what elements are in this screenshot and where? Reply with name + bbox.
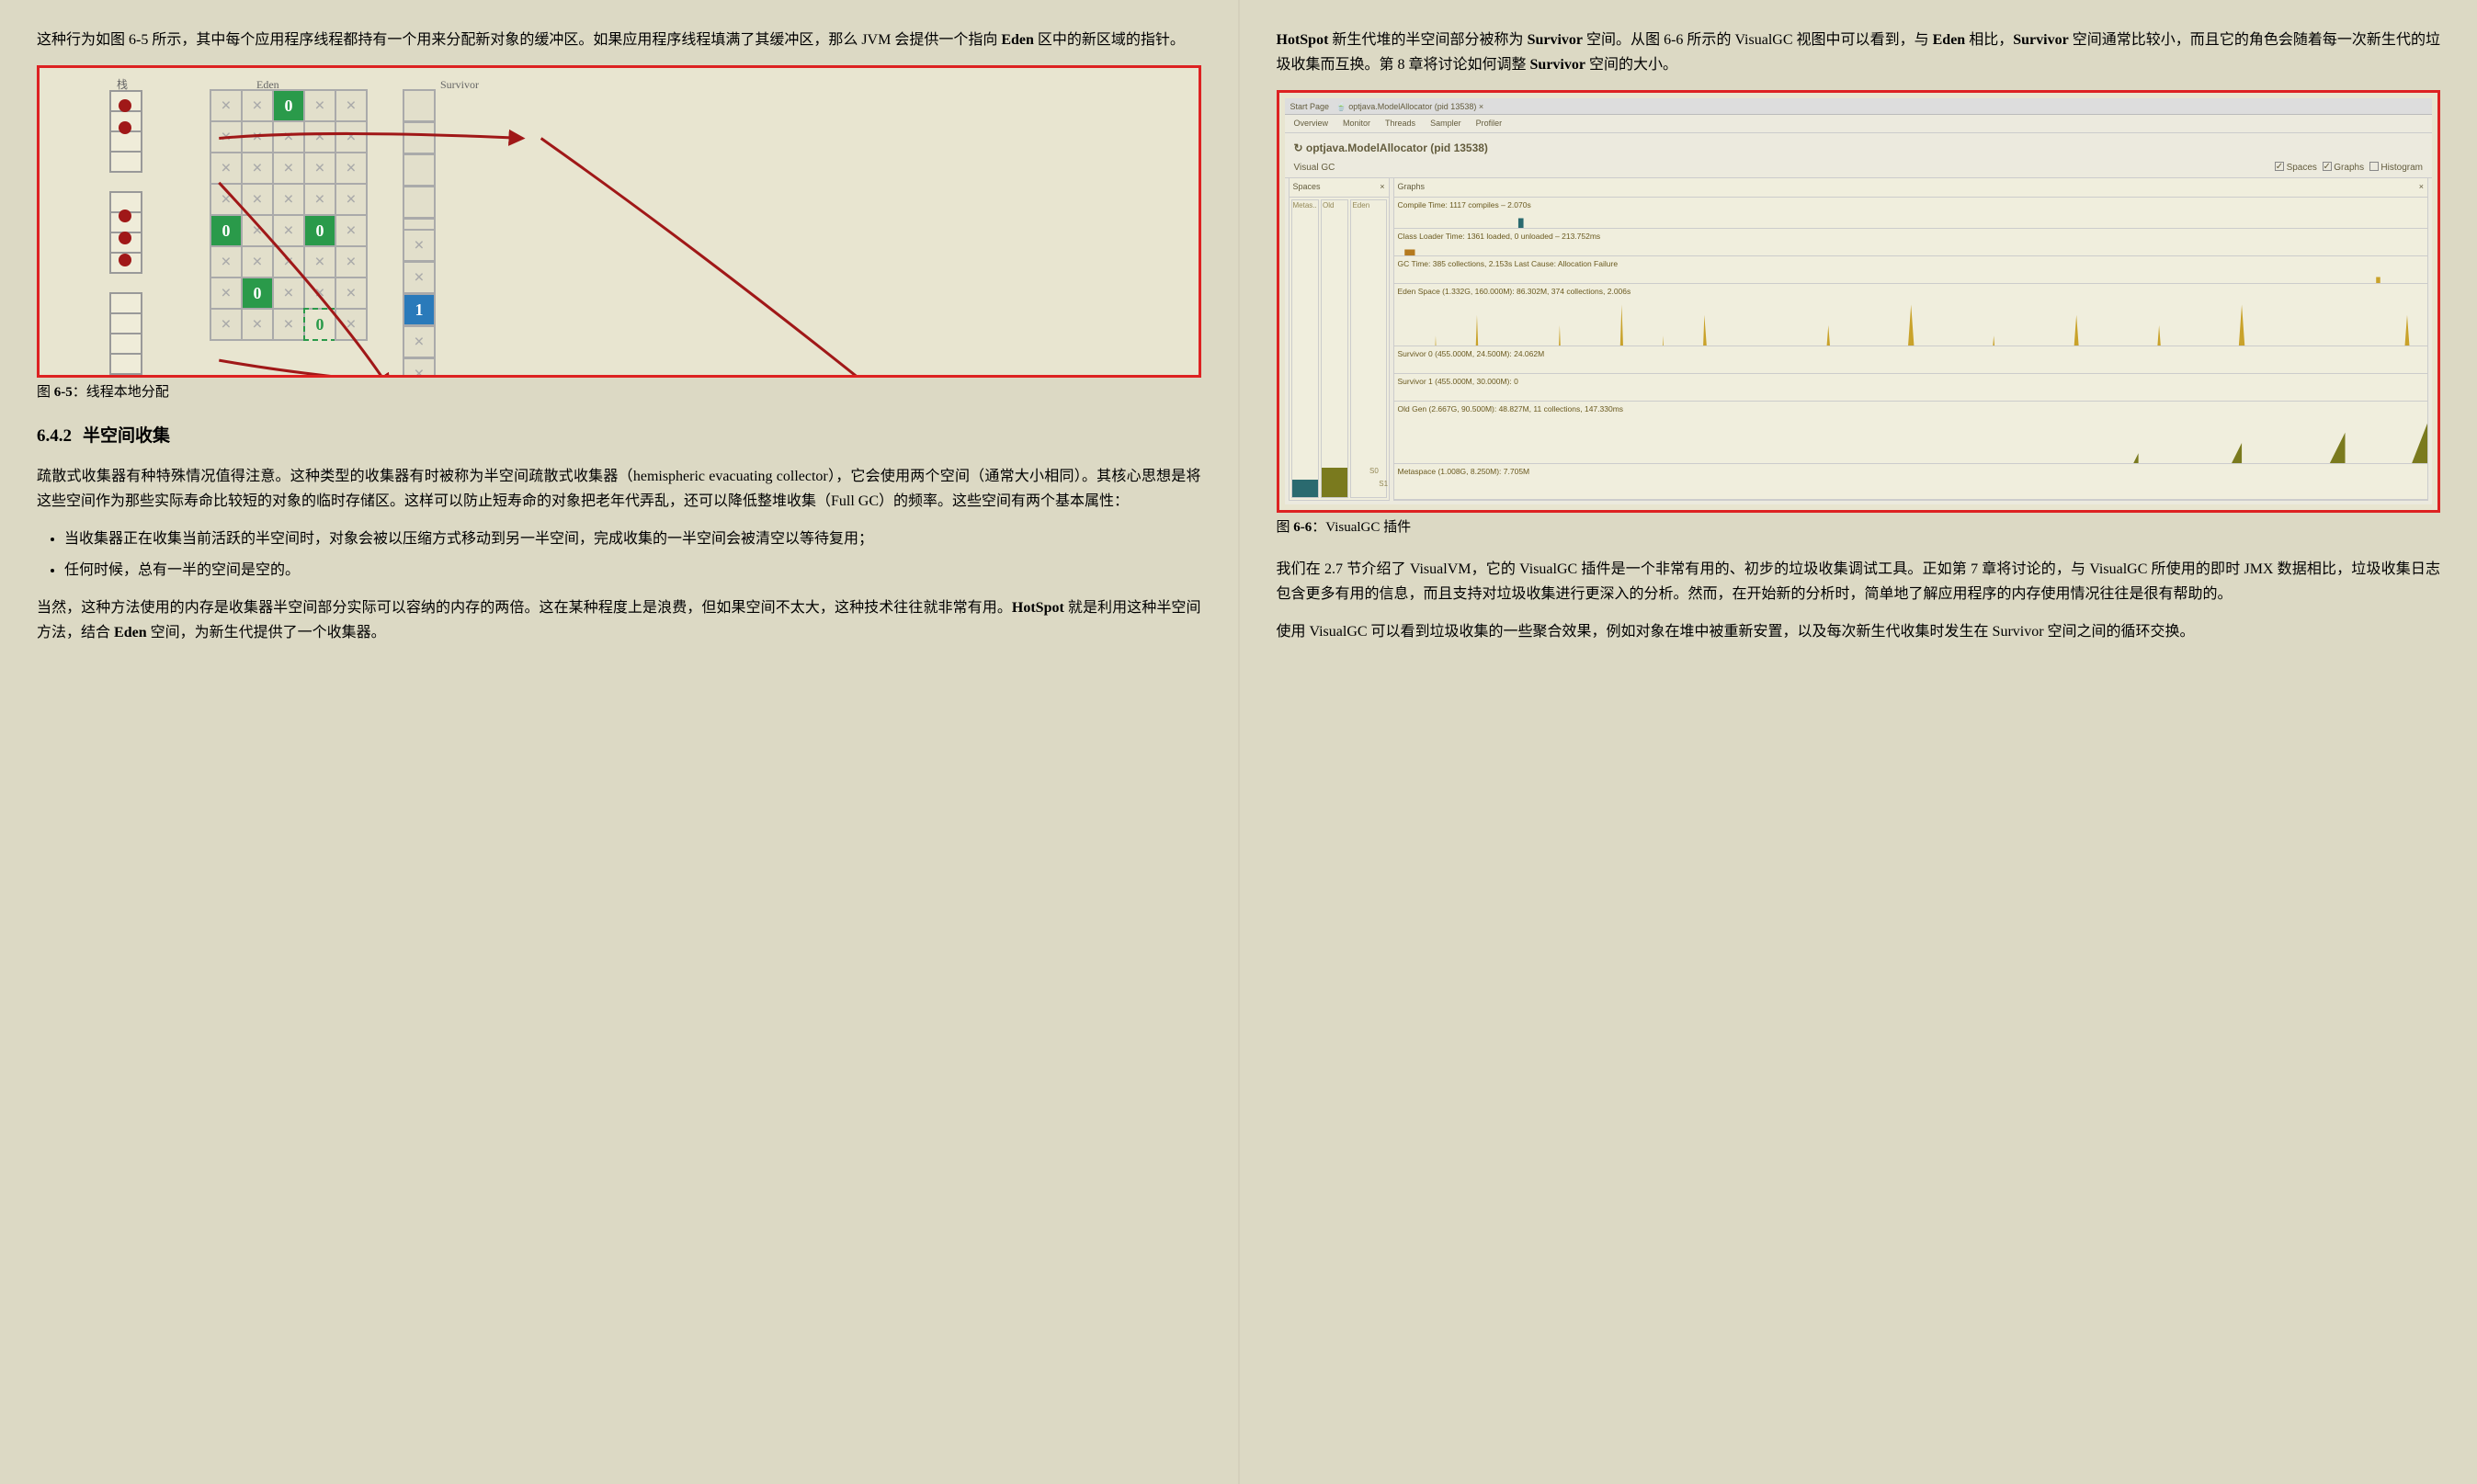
graph-s0: Survivor 0 (455.000M, 24.500M): 24.062M	[1394, 346, 2428, 374]
visualvm-window: Start Page 🍵 optjava.ModelAllocator (pid…	[1285, 98, 2433, 504]
left-para-1: 这种行为如图 6-5 所示，其中每个应用程序线程都持有一个用来分配新对象的缓冲区…	[37, 28, 1201, 52]
start-page-tab[interactable]: Start Page	[1290, 102, 1330, 111]
caption-6-5: 图 6-5：线程本地分配	[37, 381, 1201, 405]
vm-spaces-panel: Spaces× Metas.. Old Eden S0 S1	[1289, 177, 1390, 501]
right-para-1: HotSpot 新生代堆的半空间部分被称为 Survivor 空间。从图 6-6…	[1277, 28, 2441, 77]
close-icon[interactable]: ×	[2419, 180, 2424, 194]
vm-title: ↻ optjava.ModelAllocator (pid 13538)	[1285, 133, 2433, 159]
graph-s1: Survivor 1 (455.000M, 30.000M): 0	[1394, 374, 2428, 402]
right-para-3: 使用 VisualGC 可以看到垃圾收集的一些聚合效果，例如对象在堆中被重新安置…	[1277, 619, 2441, 644]
left-para-2: 疏散式收集器有种特殊情况值得注意。这种类型的收集器有时被称为半空间疏散式收集器（…	[37, 464, 1201, 514]
tab-sampler[interactable]: Sampler	[1430, 117, 1461, 130]
process-tab[interactable]: optjava.ModelAllocator (pid 13538)	[1348, 102, 1476, 111]
tab-monitor[interactable]: Monitor	[1343, 117, 1370, 130]
graph-compile: Compile Time: 1117 compiles – 2.070s	[1394, 198, 2428, 230]
space-old: Old	[1321, 199, 1348, 499]
chk-histogram[interactable]	[2369, 162, 2379, 171]
fig65-eden-grid: 0 00 0 0	[210, 90, 367, 340]
vm-titlebar: Start Page 🍵 optjava.ModelAllocator (pid…	[1285, 98, 2433, 115]
tab-overview[interactable]: Overview	[1294, 117, 1329, 130]
fig65-survivor-bottom: 1 2	[403, 230, 435, 378]
figure-6-6: Start Page 🍵 optjava.ModelAllocator (pid…	[1277, 90, 2441, 513]
figure-6-5: 栈 Eden Survivor 0 00 0	[37, 65, 1201, 378]
fig65-survivor-label: Survivor	[440, 75, 479, 94]
chk-spaces[interactable]	[2275, 162, 2284, 171]
space-metaspace: Metas..	[1291, 199, 1319, 499]
graph-gc: GC Time: 385 collections, 2.153s Last Ca…	[1394, 256, 2428, 284]
section-heading-6-4-2: 6.4.2半空间收集	[37, 422, 1201, 451]
chk-graphs[interactable]	[2323, 162, 2332, 171]
list-item-2: 任何时候，总有一半的空间是空的。	[64, 558, 1201, 583]
space-eden-group: Eden S0 S1	[1350, 199, 1386, 499]
left-para-3: 当然，这种方法使用的内存是收集器半空间部分实际可以容纳的内存的两倍。这在某种程度…	[37, 595, 1201, 645]
graph-metaspace: Metaspace (1.008G, 8.250M): 7.705M	[1394, 464, 2428, 500]
tab-threads[interactable]: Threads	[1385, 117, 1415, 130]
vm-graphs-panel: Graphs× Compile Time: 1117 compiles – 2.…	[1393, 177, 2429, 501]
left-page: 这种行为如图 6-5 所示，其中每个应用程序线程都持有一个用来分配新对象的缓冲区…	[0, 0, 1238, 1484]
right-page: HotSpot 新生代堆的半空间部分被称为 Survivor 空间。从图 6-6…	[1240, 0, 2477, 1484]
caption-6-6: 图 6-6：VisualGC 插件	[1277, 516, 2441, 540]
graph-eden: Eden Space (1.332G, 160.000M): 86.302M, …	[1394, 284, 2428, 346]
close-icon[interactable]: ×	[1380, 180, 1384, 194]
vm-subtitle: Visual GC Spaces Graphs Histogram	[1285, 160, 2433, 178]
list-item-1: 当收集器正在收集当前活跃的半空间时，对象会被以压缩方式移动到另一半空间，完成收集…	[64, 527, 1201, 551]
graph-classloader: Class Loader Time: 1361 loaded, 0 unload…	[1394, 229, 2428, 256]
tab-profiler[interactable]: Profiler	[1476, 117, 1503, 130]
left-list: 当收集器正在收集当前活跃的半空间时，对象会被以压缩方式移动到另一半空间，完成收集…	[64, 527, 1201, 582]
graph-oldgen: Old Gen (2.667G, 90.500M): 48.827M, 11 c…	[1394, 402, 2428, 464]
vm-tabs: Overview Monitor Threads Sampler Profile…	[1285, 115, 2433, 133]
right-para-2: 我们在 2.7 节介绍了 VisualVM，它的 VisualGC 插件是一个非…	[1277, 557, 2441, 606]
